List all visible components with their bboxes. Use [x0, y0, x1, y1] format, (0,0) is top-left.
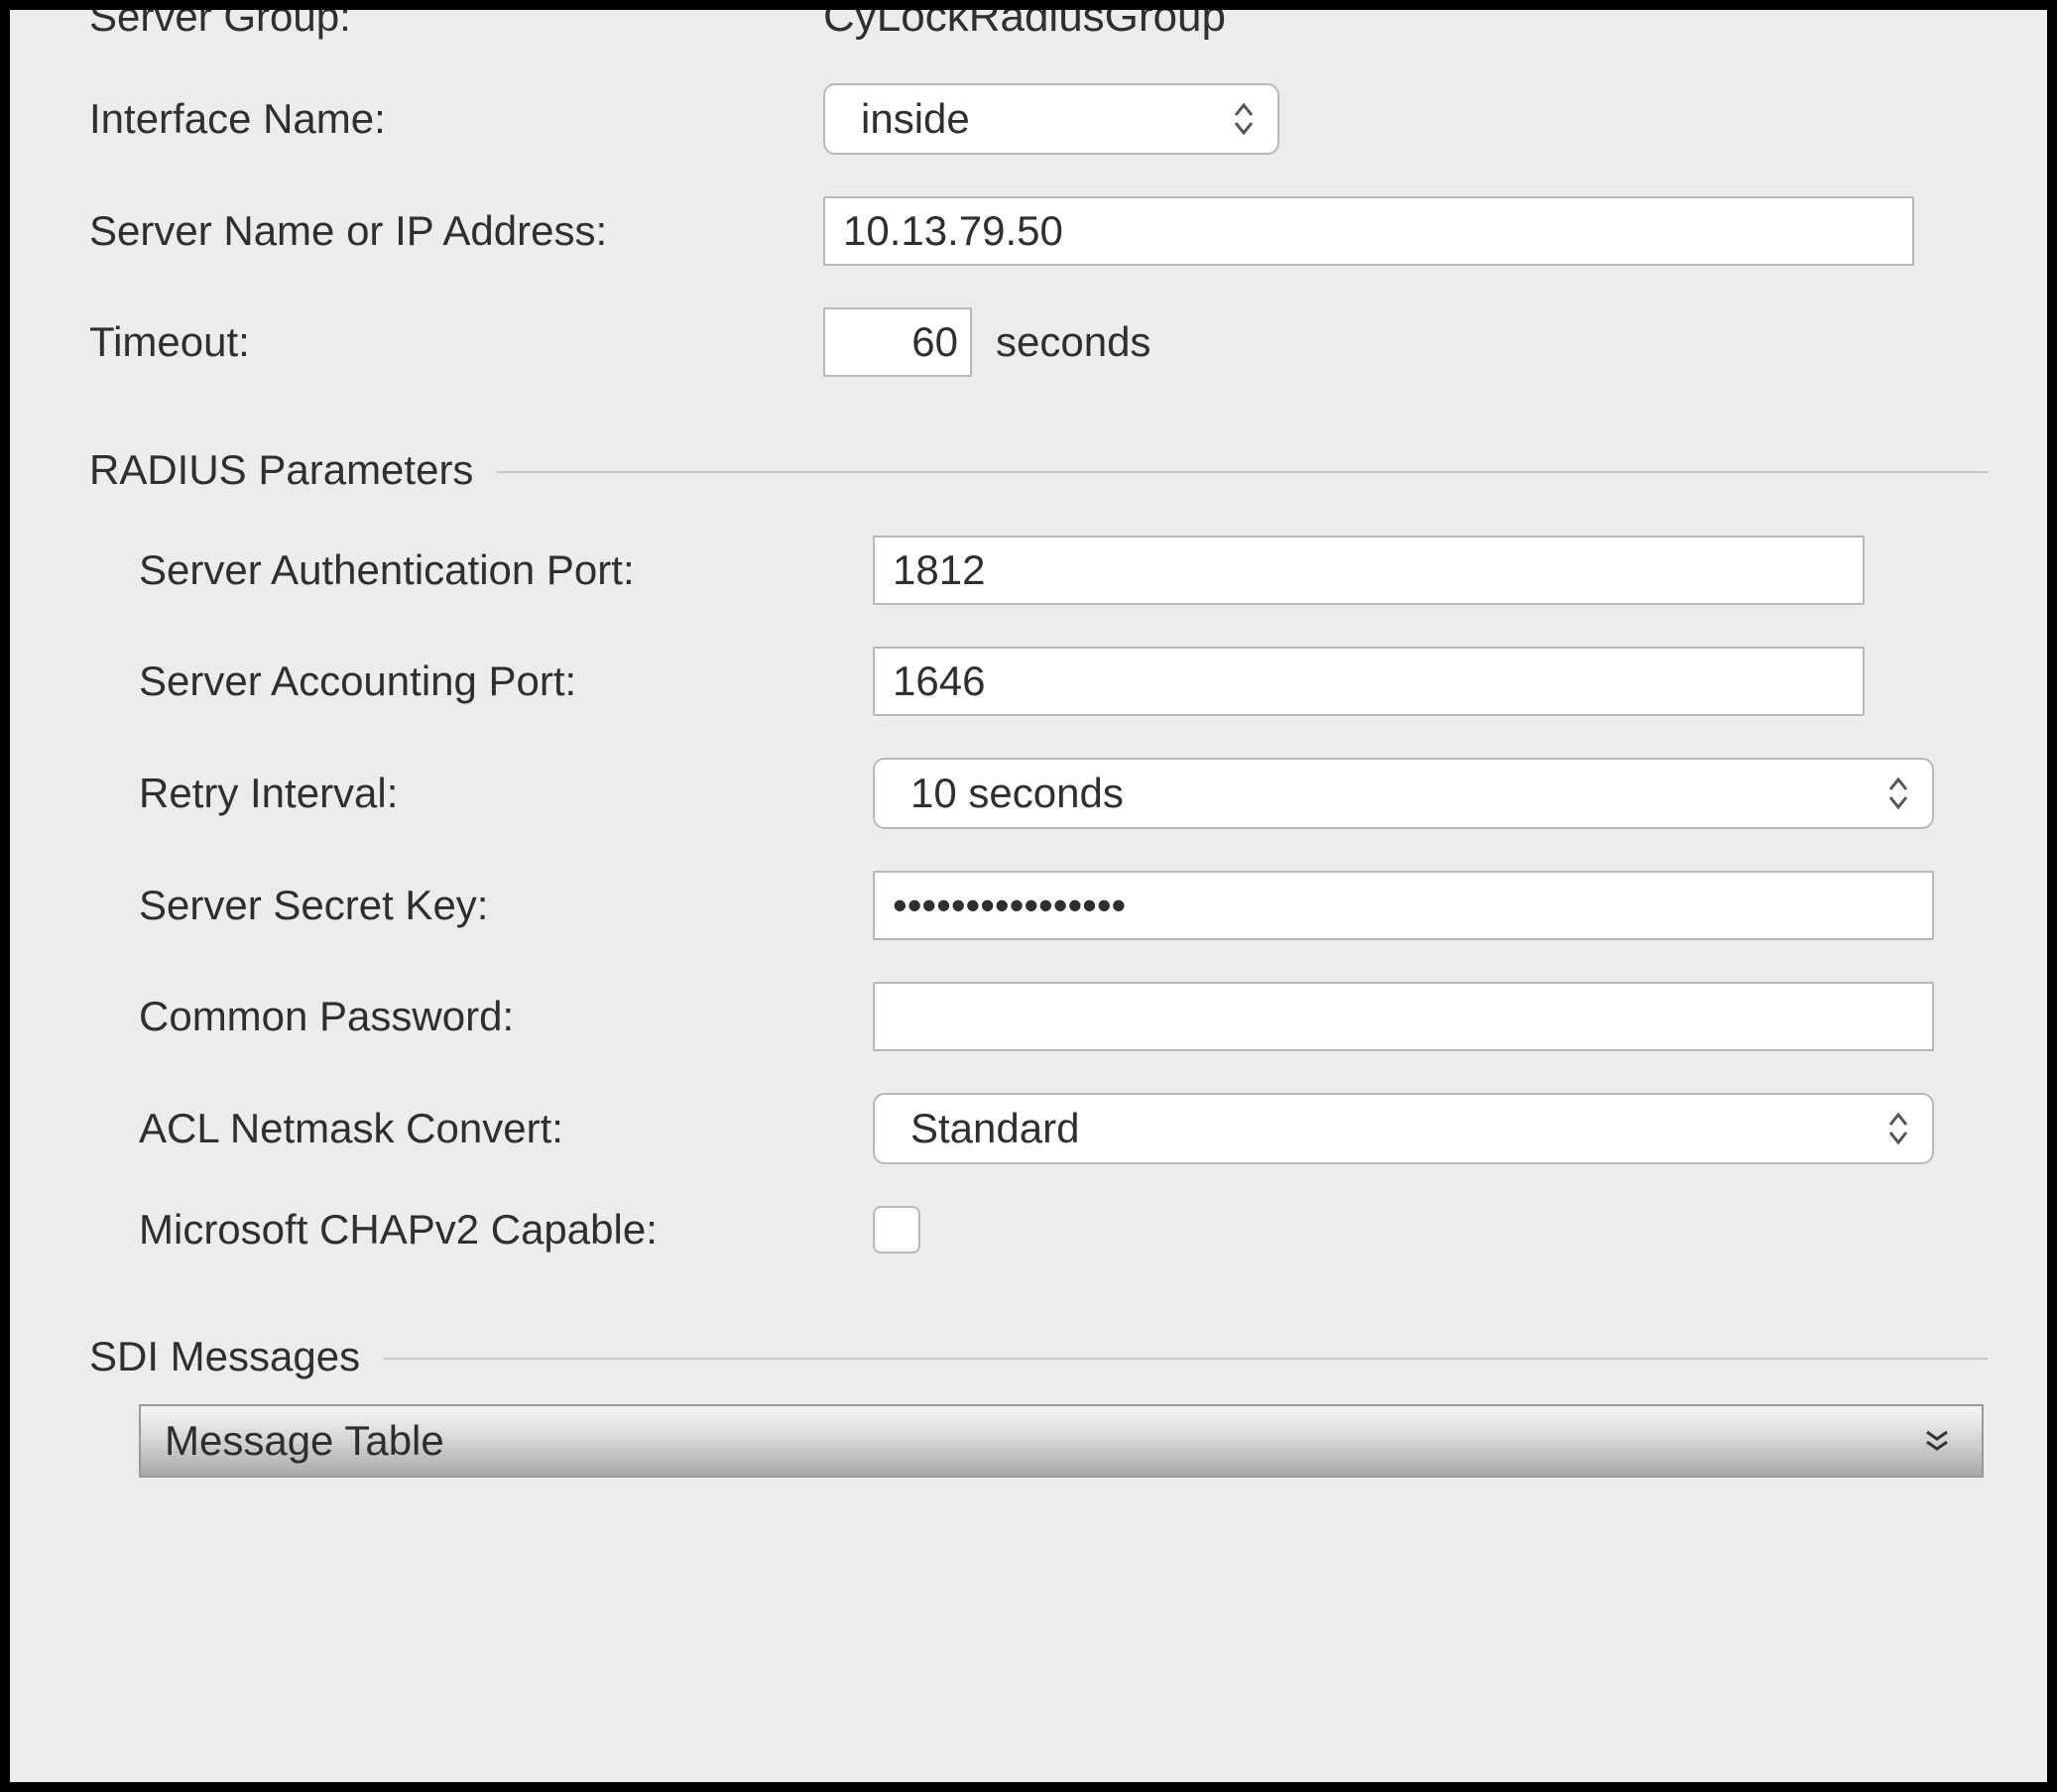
row-server-group: Server Group: CyLockRadiusGroup [89, 0, 1988, 42]
label-acct-port: Server Accounting Port: [89, 657, 873, 705]
input-auth-port[interactable] [873, 536, 1865, 605]
value-server-group: CyLockRadiusGroup [823, 0, 1226, 42]
row-retry-interval: Retry Interval: 10 seconds [89, 758, 1988, 829]
label-message-table: Message Table [165, 1417, 444, 1465]
updown-stepper-icon [1886, 1111, 1910, 1146]
input-acct-port[interactable] [873, 647, 1865, 716]
select-retry-interval-value: 10 seconds [910, 770, 1124, 817]
select-acl-netmask[interactable]: Standard [873, 1093, 1934, 1164]
row-acct-port: Server Accounting Port: [89, 647, 1988, 716]
row-common-password: Common Password: [89, 982, 1988, 1051]
label-acl-netmask: ACL Netmask Convert: [89, 1105, 873, 1152]
label-interface-name: Interface Name: [89, 95, 823, 143]
section-divider [497, 471, 1988, 473]
label-secret-key: Server Secret Key: [89, 882, 873, 929]
expand-down-icon [1922, 1426, 1952, 1456]
input-common-password[interactable] [873, 982, 1934, 1051]
section-sdi-messages: SDI Messages [89, 1333, 1988, 1380]
label-retry-interval: Retry Interval: [89, 770, 873, 817]
section-sdi-title: SDI Messages [89, 1333, 360, 1380]
row-message-table: Message Table [89, 1404, 1988, 1478]
row-interface-name: Interface Name: inside [89, 83, 1988, 155]
input-server-address[interactable] [823, 196, 1914, 266]
label-auth-port: Server Authentication Port: [89, 546, 873, 594]
input-secret-key[interactable] [873, 871, 1934, 940]
section-radius-title: RADIUS Parameters [89, 446, 473, 494]
row-timeout: Timeout: seconds [89, 307, 1988, 377]
label-timeout-suffix: seconds [996, 318, 1150, 366]
input-timeout[interactable] [823, 307, 972, 377]
row-secret-key: Server Secret Key: [89, 871, 1988, 940]
select-acl-netmask-value: Standard [910, 1105, 1079, 1152]
label-server-address: Server Name or IP Address: [89, 207, 823, 255]
select-interface-name-value: inside [861, 95, 970, 143]
section-divider [384, 1358, 1988, 1360]
label-mschapv2: Microsoft CHAPv2 Capable: [89, 1206, 873, 1254]
dialog-frame: Server Group: CyLockRadiusGroup Interfac… [0, 0, 2057, 1792]
select-interface-name[interactable]: inside [823, 83, 1279, 155]
row-auth-port: Server Authentication Port: [89, 536, 1988, 605]
checkbox-mschapv2[interactable] [873, 1206, 920, 1254]
updown-stepper-icon [1232, 101, 1256, 137]
updown-stepper-icon [1886, 776, 1910, 811]
section-radius-parameters: RADIUS Parameters [89, 446, 1988, 494]
row-server-address: Server Name or IP Address: [89, 196, 1988, 266]
label-common-password: Common Password: [89, 993, 873, 1040]
label-timeout: Timeout: [89, 318, 823, 366]
dialog-content: Server Group: CyLockRadiusGroup Interfac… [10, 0, 2047, 1478]
expander-message-table[interactable]: Message Table [139, 1404, 1984, 1478]
row-acl-netmask: ACL Netmask Convert: Standard [89, 1093, 1988, 1164]
label-server-group: Server Group: [89, 0, 823, 41]
select-retry-interval[interactable]: 10 seconds [873, 758, 1934, 829]
row-mschapv2: Microsoft CHAPv2 Capable: [89, 1206, 1988, 1254]
